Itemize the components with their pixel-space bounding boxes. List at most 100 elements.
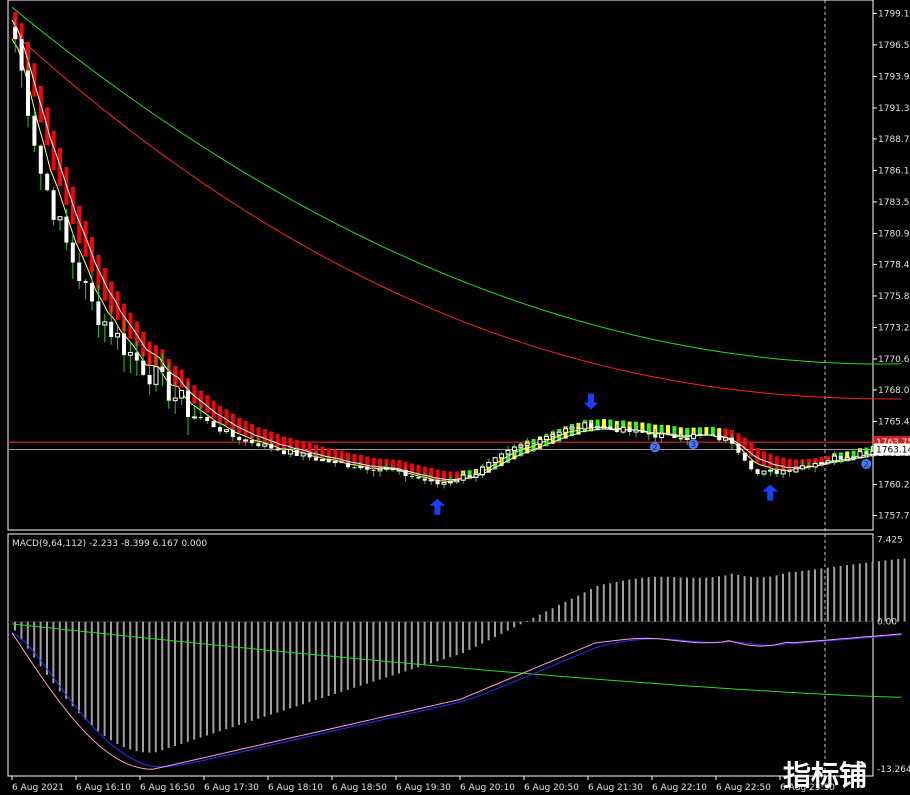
candle-body-bear <box>256 443 261 447</box>
macd-histogram-bar <box>858 563 861 622</box>
macd-histogram-bar <box>135 621 138 752</box>
macd-histogram-bar <box>487 621 490 641</box>
candle-body-bull <box>793 468 799 473</box>
candle-body-bear <box>614 428 619 433</box>
candle-body-bear <box>467 475 472 478</box>
macd-histogram-bar <box>398 621 400 674</box>
candle-body-bull <box>223 429 229 433</box>
candle-body-bull <box>473 474 479 478</box>
candle-body-bull <box>179 389 185 399</box>
y-tick-label: 1773.20 <box>878 323 910 333</box>
candle-body-bear <box>122 333 126 356</box>
macd-histogram-bar <box>423 621 426 666</box>
macd-histogram-bar <box>679 577 682 622</box>
macd-histogram-bar <box>500 621 503 634</box>
candle-body-bear <box>314 457 318 461</box>
macd-histogram-bar <box>558 605 560 622</box>
macd-histogram-bar <box>327 621 330 696</box>
y-tick-label: 1770.60 <box>878 355 910 365</box>
candle-body-bull <box>691 433 697 439</box>
macd-histogram-bar <box>628 579 631 622</box>
candle-body-bear <box>755 469 760 474</box>
candle-body-bull <box>243 439 249 442</box>
macd-histogram-bar <box>276 621 279 713</box>
candle-body-bear <box>147 374 152 385</box>
macd-histogram-bar <box>692 577 695 622</box>
macd-histogram-bar <box>660 576 663 622</box>
x-tick-label: 6 Aug 16:50 <box>140 783 195 793</box>
candle-body-bear <box>678 437 683 440</box>
candle-body-bear <box>77 262 82 282</box>
signal-circle-label: 3 <box>691 440 696 449</box>
candle-body-bull <box>460 474 466 481</box>
candle-body-bear <box>640 430 645 433</box>
macd-histogram-bar <box>174 621 176 746</box>
candle-body-bear <box>352 467 357 469</box>
macd-histogram-bar <box>590 589 592 622</box>
macd-histogram-bar <box>225 621 228 730</box>
candle-body-bull <box>492 457 498 464</box>
candle-body-bear <box>160 366 165 372</box>
candle-body-bull <box>191 416 197 419</box>
macd-histogram-bar <box>78 621 80 714</box>
candle-body-bear <box>717 434 722 441</box>
macd-histogram-bar <box>142 621 144 753</box>
macd-histogram-bar <box>46 621 48 675</box>
macd-histogram-bar <box>609 583 612 622</box>
candle-body-bear <box>205 417 210 421</box>
y-tick-label: 1783.55 <box>878 198 910 208</box>
candle-body-bear <box>282 450 286 454</box>
macd-histogram-bar <box>743 576 746 622</box>
macd-histogram-bar <box>161 621 164 751</box>
candle-body-bear <box>19 39 24 71</box>
macd-y-tick-label: -13.264 <box>877 765 910 775</box>
macd-histogram-bar <box>878 561 880 622</box>
macd-histogram-bar <box>449 621 452 658</box>
macd-histogram-bar <box>359 621 362 686</box>
macd-histogram-bar <box>814 569 816 622</box>
macd-histogram-bar <box>564 601 567 622</box>
macd-histogram-bar <box>724 575 727 622</box>
candle-body-bear <box>666 433 670 435</box>
macd-histogram-bar <box>654 576 656 622</box>
macd-panel-frame <box>7 533 874 777</box>
macd-histogram-bar <box>212 621 215 734</box>
candle-body-bull <box>358 466 364 469</box>
macd-histogram-bar <box>596 585 599 622</box>
candle-body-bear <box>45 173 50 191</box>
candle-body-bear <box>141 360 146 375</box>
candle-body-bull <box>684 437 690 440</box>
candle-body-bear <box>774 470 779 474</box>
y-tick-label: 1775.80 <box>878 292 910 302</box>
macd-histogram-bar <box>455 621 458 656</box>
candle-body-bear <box>672 433 677 438</box>
candle-body-bull <box>454 479 460 483</box>
band-block <box>237 417 242 433</box>
candle-body-bull <box>831 455 837 462</box>
band-block <box>262 429 267 443</box>
macd-histogram-bar <box>289 621 292 709</box>
macd-histogram-bar <box>468 621 471 650</box>
macd-histogram-bar <box>366 621 368 684</box>
macd-histogram-bar <box>474 621 477 647</box>
y-tick-label: 1778.40 <box>878 260 910 270</box>
macd-histogram-bar <box>622 580 624 622</box>
macd-histogram-bar <box>71 621 74 707</box>
macd-histogram-bar <box>378 621 381 680</box>
macd-histogram-bar <box>839 565 842 622</box>
macd-histogram-bar <box>615 581 618 622</box>
macd-histogram-bar <box>103 621 106 736</box>
candle-body-bear <box>653 434 658 438</box>
candle-body-bear <box>38 145 43 174</box>
candle-body-bull <box>262 443 268 447</box>
macd-histogram-bar <box>686 577 688 622</box>
candle-body-bear <box>435 479 440 485</box>
macd-histogram-bar <box>206 621 208 736</box>
candle-body-bull <box>377 468 383 472</box>
macd-histogram-bar <box>577 595 580 622</box>
macd-histogram-bar <box>705 577 708 622</box>
candle-body-bull <box>511 446 517 451</box>
macd-y-tick-label: 7.425 <box>877 535 903 545</box>
band-block <box>755 447 760 463</box>
candle-body-bull <box>723 437 729 441</box>
